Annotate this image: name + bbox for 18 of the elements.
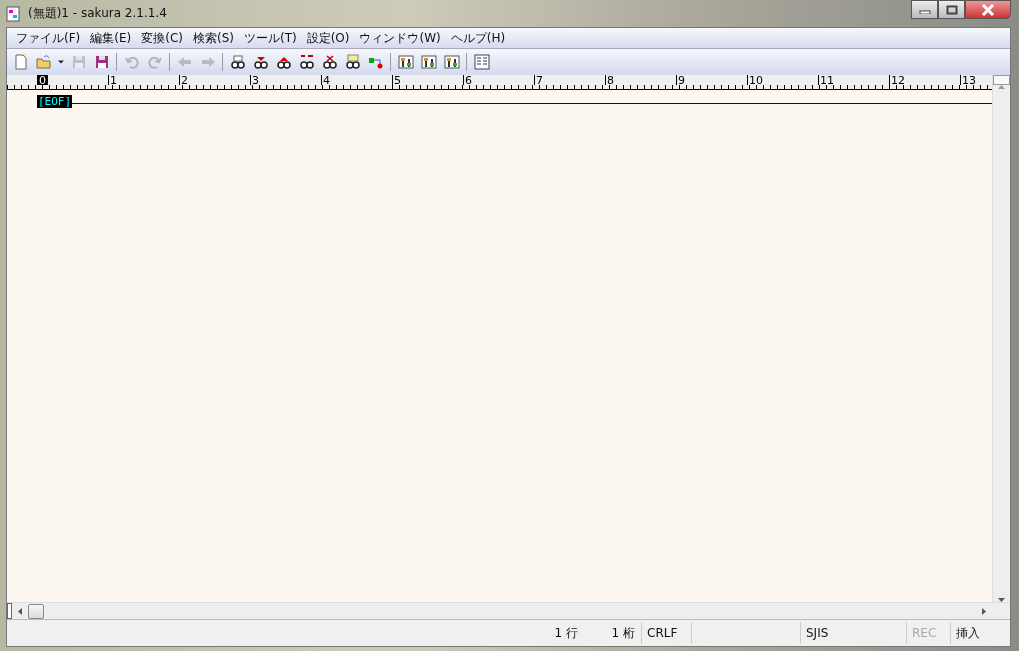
ruler-number: 0: [37, 75, 48, 85]
menu-item[interactable]: 変換(C): [136, 29, 188, 47]
status-cell-text: 1 桁: [610, 625, 636, 642]
eof-marker: [EOF]: [37, 95, 73, 108]
window-title: (無題)1 - sakura 2.1.1.4: [28, 5, 167, 22]
text-area[interactable]: [EOF]: [7, 90, 992, 602]
menu-item[interactable]: 検索(S): [187, 29, 239, 47]
status-cell: 挿入: [950, 622, 990, 644]
menu-item[interactable]: 編集(E): [85, 29, 137, 47]
menu-item[interactable]: ファイル(F): [11, 29, 86, 47]
menu-item[interactable]: ウィンドウ(W): [354, 29, 446, 47]
status-cell: SJIS: [800, 622, 906, 644]
menu-item[interactable]: ヘルプ(H): [445, 29, 511, 47]
status-cell: REC: [906, 622, 950, 644]
menu-item[interactable]: ツール(T): [238, 29, 302, 47]
status-cell-text: 1 行: [553, 625, 579, 642]
menu-item[interactable]: 設定(O): [301, 29, 355, 47]
status-cell: CRLF: [641, 622, 691, 644]
